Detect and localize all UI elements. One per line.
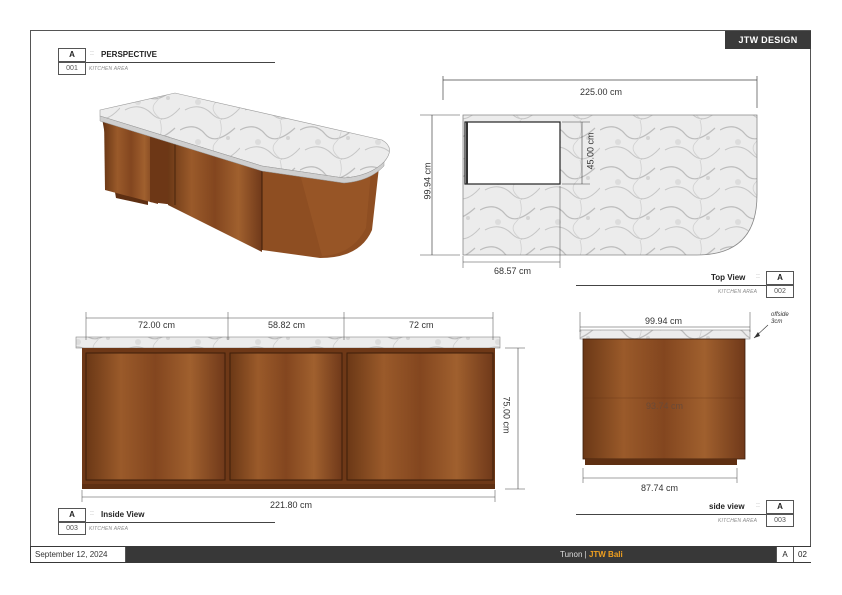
dim-inside-seg2: 58.82 cm — [268, 320, 306, 330]
side-view-drawing — [579, 312, 769, 483]
title-underline — [576, 514, 766, 515]
dim-side-top: 99.94 cm — [645, 316, 683, 326]
view-ref-letter: A — [766, 500, 794, 514]
dim-inside-height: 75.00 cm — [501, 396, 512, 434]
view-separator: :: — [90, 50, 94, 57]
inside-view-drawing — [75, 312, 525, 502]
dim-sink-width: 68.57 cm — [494, 266, 532, 276]
footer-sheet-number: 02 — [793, 547, 811, 562]
view-title: PERSPECTIVE — [101, 50, 158, 59]
view-title: side view — [709, 502, 745, 511]
dim-side-bottom: 87.74 cm — [641, 483, 679, 493]
view-ref-letter: A — [766, 271, 794, 285]
view-area: KITCHEN AREA — [718, 518, 758, 524]
dim-side-mid: 93.74 cm — [646, 401, 684, 411]
dim-inside-seg3: 72 cm — [409, 320, 434, 330]
footer-date: September 12, 2024 — [31, 547, 126, 562]
footer-project-prefix: Tunon — [560, 550, 583, 559]
top-view-drawing — [420, 76, 758, 268]
view-separator: :: — [756, 273, 760, 280]
view-number: 001 — [58, 62, 86, 75]
title-underline — [576, 285, 766, 286]
view-area: KITCHEN AREA — [89, 526, 129, 532]
footer-project-divider: | — [584, 550, 587, 559]
dim-sink-depth: 45.00 cm — [585, 132, 596, 170]
view-separator: :: — [90, 510, 94, 517]
dim-top-width: 225.00 cm — [580, 87, 623, 97]
view-area: KITCHEN AREA — [89, 66, 129, 72]
title-underline — [86, 62, 275, 63]
view-number: 003 — [766, 514, 794, 527]
dim-inside-seg1: 72.00 cm — [138, 320, 176, 330]
offside-note: offside 3cm — [771, 312, 789, 325]
dim-inside-total: 221.80 cm — [270, 500, 313, 510]
footer-project: Tunon | JTW Bali — [560, 547, 680, 562]
view-title: Top View — [711, 273, 746, 282]
perspective-island — [99, 92, 390, 258]
dim-top-depth: 99.94 cm — [422, 162, 433, 200]
view-area: KITCHEN AREA — [718, 289, 758, 295]
view-number: 002 — [766, 285, 794, 298]
view-ref-letter: A — [58, 508, 86, 522]
view-separator: :: — [756, 502, 760, 509]
footer-sheet-letter: A — [776, 547, 793, 562]
title-underline — [86, 522, 275, 523]
view-number: 003 — [58, 522, 86, 535]
view-title: Inside View — [101, 510, 145, 519]
view-ref-letter: A — [58, 48, 86, 62]
footer-project-name: JTW Bali — [588, 550, 623, 559]
footer-bar — [30, 546, 811, 563]
